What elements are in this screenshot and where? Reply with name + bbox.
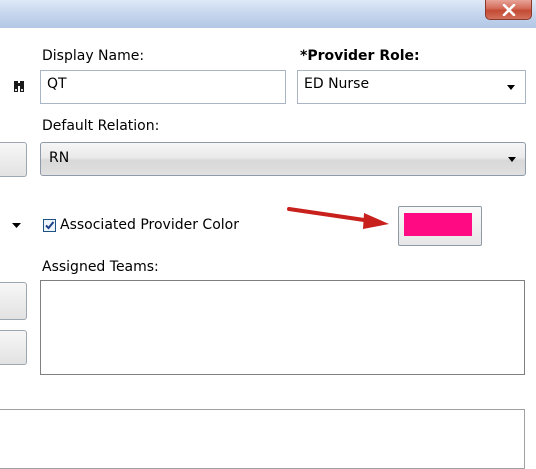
provider-role-value: ED Nurse xyxy=(304,76,370,92)
close-icon xyxy=(502,4,516,16)
chevron-down-icon[interactable] xyxy=(12,223,21,229)
default-relation-select[interactable]: RN xyxy=(40,142,526,176)
check-icon xyxy=(45,221,55,230)
title-bar xyxy=(0,0,536,28)
close-button[interactable] xyxy=(485,0,532,20)
assigned-teams-label: Assigned Teams: xyxy=(42,259,159,275)
assigned-teams-list[interactable] xyxy=(40,280,525,375)
associated-color-label: Associated Provider Color xyxy=(60,217,239,233)
default-relation-label: Default Relation: xyxy=(42,118,160,134)
notes-panel[interactable] xyxy=(0,409,525,469)
annotation-arrow xyxy=(287,207,389,229)
associated-color-checkbox[interactable] xyxy=(43,219,56,232)
default-relation-value: RN xyxy=(49,150,70,166)
display-name-label: Display Name: xyxy=(42,48,145,64)
side-button[interactable] xyxy=(0,142,27,177)
provider-role-select[interactable]: ED Nurse xyxy=(297,70,526,104)
remove-team-button[interactable] xyxy=(0,330,27,365)
chevron-down-icon[interactable] xyxy=(506,85,516,91)
binoculars-icon xyxy=(14,81,24,92)
lookup-button[interactable] xyxy=(0,70,28,103)
color-swatch xyxy=(404,213,472,236)
display-name-value: QT xyxy=(47,76,67,92)
chevron-down-icon[interactable] xyxy=(507,157,517,163)
add-team-button[interactable] xyxy=(0,282,27,320)
display-name-field[interactable]: QT xyxy=(40,70,286,104)
provider-color-button[interactable] xyxy=(398,206,482,246)
provider-role-label: *Provider Role: xyxy=(300,48,420,64)
